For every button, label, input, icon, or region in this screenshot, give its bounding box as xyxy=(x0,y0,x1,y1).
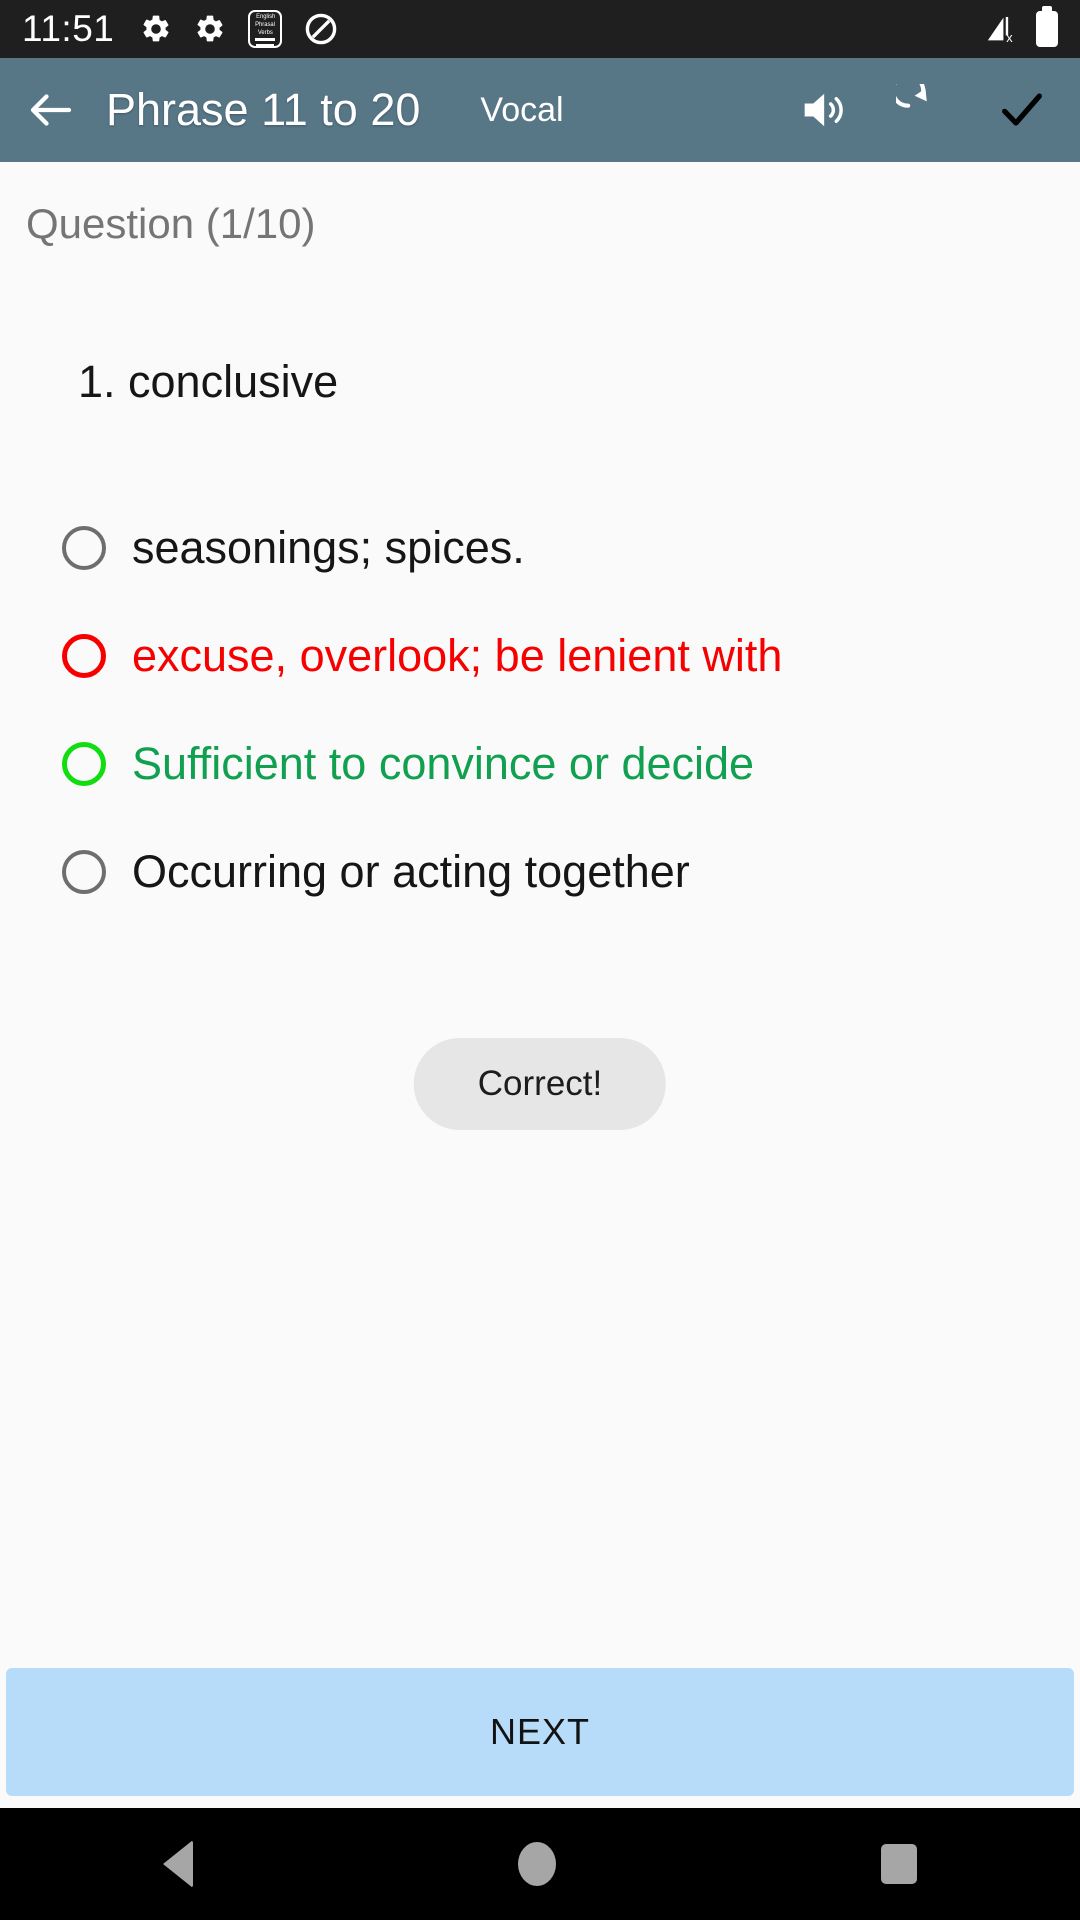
restart-icon[interactable] xyxy=(896,84,948,136)
question-counter: Question (1/10) xyxy=(26,200,316,247)
app-badge-rule-2 xyxy=(256,43,275,46)
radio-button-3[interactable] xyxy=(62,742,106,786)
app-badge-line-1: English xyxy=(255,12,275,20)
nav-back-button[interactable] xyxy=(162,1840,193,1888)
answer-option-1[interactable]: seasonings; spices. xyxy=(0,494,1080,602)
question-prompt: 1. conclusive xyxy=(78,356,339,407)
radio-button-4[interactable] xyxy=(62,850,106,894)
do-not-disturb-icon xyxy=(306,13,337,45)
status-bar-system-icons: x xyxy=(984,11,1058,47)
settings-gear-icon-2 xyxy=(197,15,223,42)
answer-option-3[interactable]: Sufficient to convince or decide xyxy=(0,710,1080,818)
battery-full-icon xyxy=(1036,11,1058,47)
back-arrow-icon[interactable] xyxy=(24,83,78,137)
quiz-content: Question (1/10) 1. conclusive seasonings… xyxy=(0,162,1080,1660)
answer-option-4[interactable]: Occurring or acting together xyxy=(0,818,1080,926)
status-clock: 11:51 xyxy=(22,8,115,49)
nav-recents-button[interactable] xyxy=(881,1844,918,1884)
settings-gear-icon-1 xyxy=(143,15,169,42)
svg-text:x: x xyxy=(1006,30,1013,45)
radio-button-2[interactable] xyxy=(62,634,106,678)
answer-option-label-1: seasonings; spices. xyxy=(132,522,525,573)
app-badge-line-3: Verbs xyxy=(257,28,273,36)
answer-option-label-4: Occurring or acting together xyxy=(132,846,690,897)
app-badge-line-2: Phrasal xyxy=(255,20,276,28)
android-navigation-bar xyxy=(0,1808,1080,1920)
nav-home-button[interactable] xyxy=(517,1842,556,1886)
answer-option-label-3: Sufficient to convince or decide xyxy=(132,738,755,789)
speaker-icon[interactable] xyxy=(796,84,848,136)
phone-screen: 11:51 English Phrasal Verbs x Phrase 11 … xyxy=(0,0,1080,1920)
answer-options-list: seasonings; spices. excuse, overlook; be… xyxy=(0,494,1080,926)
radio-button-1[interactable] xyxy=(62,526,106,570)
next-button[interactable]: NEXT xyxy=(6,1668,1074,1796)
answer-option-2[interactable]: excuse, overlook; be lenient with xyxy=(0,602,1080,710)
page-title: Phrase 11 to 20 xyxy=(106,84,421,135)
cellular-signal-off-icon: x xyxy=(987,16,1013,45)
feedback-toast: Correct! xyxy=(413,1038,667,1130)
answer-option-label-2: excuse, overlook; be lenient with xyxy=(132,630,783,681)
status-bar-notification-icons: English Phrasal Verbs xyxy=(140,10,338,48)
quiz-mode-label[interactable]: Vocal xyxy=(480,91,563,130)
app-badge-rule xyxy=(255,37,276,41)
footer-bar: NEXT xyxy=(0,1660,1080,1808)
app-notification-icon: English Phrasal Verbs xyxy=(248,10,283,48)
app-bar-actions xyxy=(796,84,1056,136)
app-bar: Phrase 11 to 20 Vocal xyxy=(0,58,1080,162)
status-bar: 11:51 English Phrasal Verbs x xyxy=(0,0,1080,58)
check-icon[interactable] xyxy=(996,84,1048,136)
